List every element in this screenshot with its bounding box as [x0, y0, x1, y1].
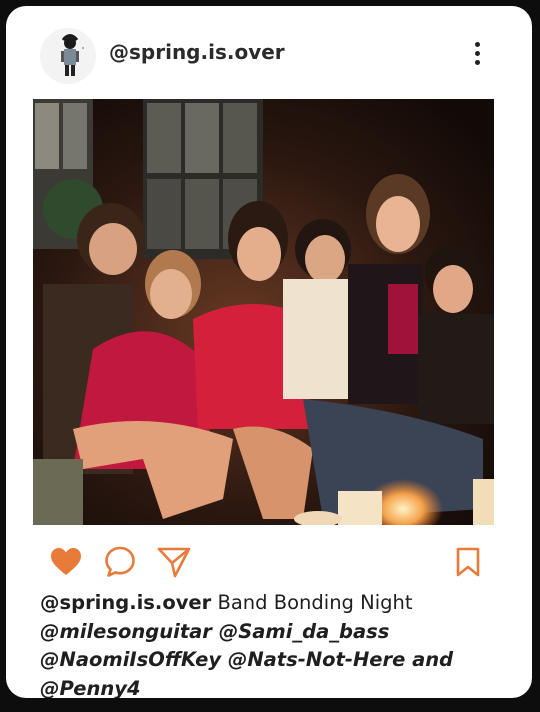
- caption-text: Band Bonding Night: [211, 591, 413, 614]
- save-button[interactable]: [450, 544, 486, 580]
- caption-mentions-line1[interactable]: @milesonguitar @Sami_da_bass: [40, 620, 389, 643]
- more-options-button[interactable]: [468, 40, 488, 70]
- bookmark-icon: [456, 547, 480, 577]
- comment-button[interactable]: [102, 544, 138, 580]
- heart-icon: [51, 548, 81, 575]
- like-button[interactable]: [48, 544, 84, 580]
- post-card: @spring.is.over @spring.is.over Band Bon…: [6, 6, 532, 698]
- post-header: @spring.is.over: [6, 6, 532, 98]
- avatar-illustration: [61, 34, 84, 76]
- paper-plane-icon: [157, 547, 191, 578]
- post-photo-illustration: [33, 99, 494, 525]
- share-button[interactable]: [156, 544, 192, 580]
- vertical-dots-icon-mid: [475, 51, 480, 56]
- caption-username[interactable]: @spring.is.over: [40, 591, 211, 614]
- vertical-dots-icon: [475, 42, 480, 47]
- post-caption: @spring.is.over Band Bonding Night @mile…: [40, 589, 510, 698]
- caption-mentions-line2[interactable]: @NaomiIsOffKey @Nats-Not-Here and: [40, 648, 453, 671]
- avatar[interactable]: [40, 28, 96, 84]
- caption-mentions-line3[interactable]: @Penny4: [40, 677, 141, 699]
- post-actions: [6, 536, 532, 586]
- post-username[interactable]: @spring.is.over: [109, 40, 285, 64]
- vertical-dots-icon-bottom: [475, 60, 480, 65]
- post-photo[interactable]: [33, 99, 494, 525]
- comment-bubble-icon: [105, 546, 135, 577]
